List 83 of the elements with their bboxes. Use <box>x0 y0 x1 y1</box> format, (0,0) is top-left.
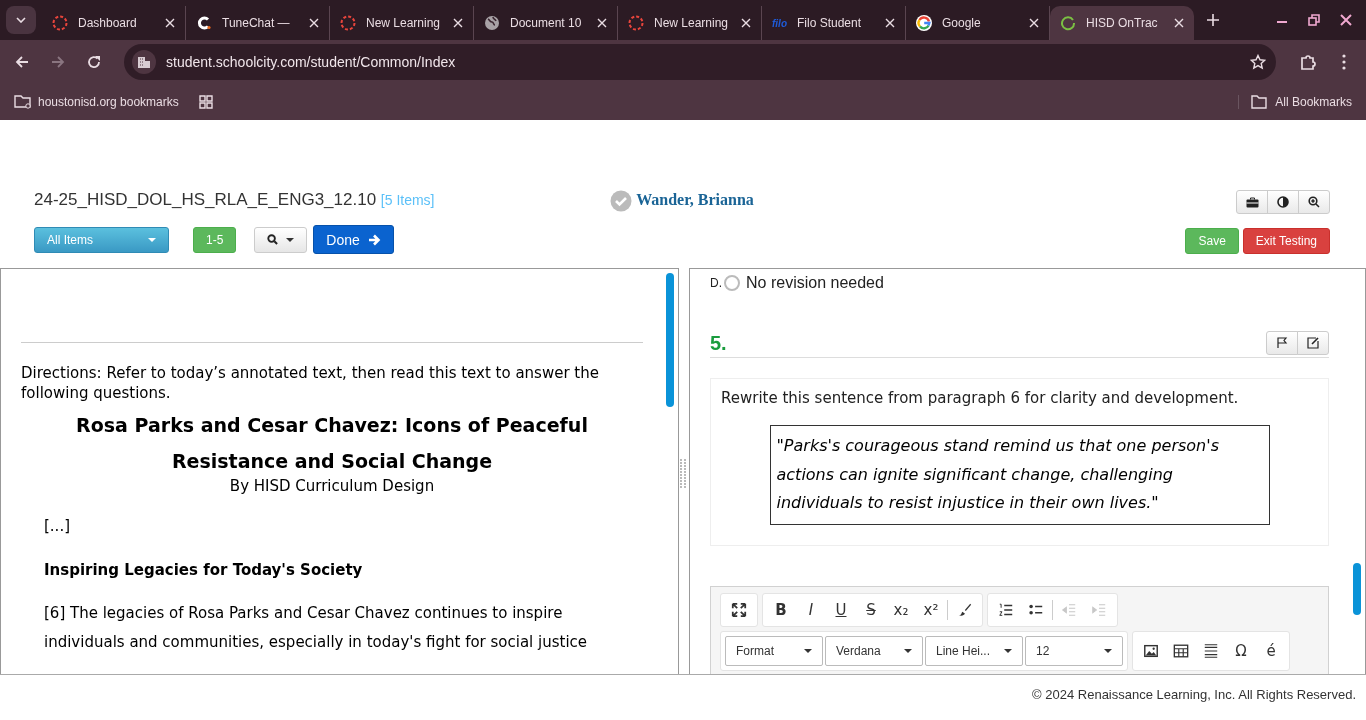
arrow-right-icon[interactable] <box>367 233 381 246</box>
all-bookmarks-link[interactable]: All Bookmarks <box>1275 95 1352 109</box>
close-icon[interactable] <box>741 18 751 28</box>
close-icon[interactable] <box>453 18 463 28</box>
format-button[interactable]: B <box>767 595 795 624</box>
new-tab-icon[interactable] <box>1206 13 1220 27</box>
arc-icon <box>196 15 212 31</box>
question-prompt: Rewrite this sentence from paragraph 6 for clarity and development. <box>721 389 1240 407</box>
dashed-ring-icon <box>628 15 644 31</box>
option-letter: D. <box>710 276 722 290</box>
dashed-ring-icon <box>52 15 68 31</box>
building-icon[interactable] <box>137 55 151 69</box>
close-icon[interactable] <box>597 18 607 28</box>
reload-icon[interactable] <box>86 54 102 70</box>
section-heading: Inspiring Legacies for Today's Society <box>44 561 364 579</box>
briefcase-button[interactable] <box>1236 190 1268 214</box>
format-button[interactable]: Ω <box>1227 636 1255 665</box>
zoom-in-icon[interactable] <box>1308 196 1320 208</box>
exit-testing-button[interactable]: Exit Testing <box>1242 228 1330 254</box>
close-icon[interactable] <box>1174 18 1184 28</box>
editor-dropdown[interactable]: Format <box>725 635 823 666</box>
globe-icon <box>484 15 500 31</box>
forward-icon[interactable] <box>50 54 66 70</box>
passage-paragraph: [6] The legacies of Rosa Parks and Cesar Chavez continues to inspire individuals and communities, especially in today's fight for social justice <box>44 603 589 653</box>
copyright-text: © 2024 Renaissance Learning, Inc. All Rights Reserved. <box>1031 686 1357 702</box>
format-button[interactable]: x² <box>917 595 945 624</box>
zoom-in-button[interactable] <box>1298 190 1330 214</box>
close-icon[interactable] <box>309 18 319 28</box>
chevron-down-icon[interactable] <box>16 17 26 23</box>
directions-text: Directions: Refer to today’s annotated text, then read this text to answer the following questions. <box>21 363 600 403</box>
student-name: Wander, Brianna <box>636 191 754 209</box>
check-circle-icon <box>610 190 633 212</box>
flag-button[interactable] <box>1266 331 1298 355</box>
quoted-sentence: "Parks's courageous stand remind us that one person's actions can ignite significant change, challenging individuals to resist injustice in their own lives." <box>769 425 1270 525</box>
search-icon[interactable] <box>267 234 279 245</box>
option-text: No revision needed <box>746 274 884 292</box>
puzzle-icon[interactable] <box>1299 53 1317 71</box>
scrollbar-thumb[interactable] <box>1353 563 1361 615</box>
close-icon[interactable] <box>885 18 895 28</box>
contrast-icon[interactable] <box>1277 196 1289 208</box>
splitter-handle[interactable] <box>679 458 687 488</box>
editor-dropdown[interactable]: Verdana <box>825 635 923 666</box>
editor-dropdown[interactable]: 12 <box>1025 635 1123 666</box>
tab-search-button[interactable] <box>6 6 36 34</box>
format-button[interactable]: I <box>797 595 825 624</box>
contrast-button[interactable] <box>1267 190 1299 214</box>
search-dropdown-button[interactable] <box>254 226 308 253</box>
multicolor-ring-icon <box>916 15 932 31</box>
note-button[interactable] <box>1297 331 1329 355</box>
bookmark-label[interactable]: houstonisd.org bookmarks <box>38 95 179 109</box>
folder-gear-icon <box>14 94 32 110</box>
omission-marker: [...] <box>44 517 71 535</box>
item-count: [5 Items] <box>380 192 435 208</box>
dashed-ring-icon <box>340 15 356 31</box>
flag-icon[interactable] <box>1276 337 1288 349</box>
apps-grid-icon[interactable] <box>198 95 213 109</box>
format-button[interactable]: é <box>1257 636 1285 665</box>
test-title: 24-25_HISD_DOL_HS_RLA_E_ENG3_12.10 <box>34 190 377 209</box>
logo: filo <box>772 17 787 29</box>
passage-title: Rosa Parks and Cesar Chavez: Icons of Peaceful Resistance and Social Change <box>75 413 589 474</box>
folder-icon[interactable] <box>1251 95 1268 109</box>
browser-tab[interactable]: HISD OnTrac <box>1050 6 1194 40</box>
restore-icon[interactable] <box>1308 14 1320 26</box>
scrollbar-thumb[interactable] <box>666 273 674 407</box>
spinner-icon <box>1060 15 1076 31</box>
format-button[interactable]: x₂ <box>887 595 915 624</box>
passage-byline: By HISD Curriculum Design <box>228 477 436 495</box>
close-icon[interactable] <box>165 18 175 28</box>
address-bar[interactable]: student.schoolcity.com/student/Common/Index <box>124 44 1276 80</box>
more-icon[interactable] <box>1342 54 1346 70</box>
bookmark-folder[interactable]: houstonisd.org bookmarks <box>14 94 179 110</box>
star-icon[interactable] <box>1250 54 1266 70</box>
close-icon[interactable] <box>1029 18 1039 28</box>
format-button[interactable]: S <box>857 595 885 624</box>
edit-icon[interactable] <box>1307 337 1319 349</box>
radio-button[interactable] <box>724 275 740 291</box>
question-number: 5. <box>710 331 727 355</box>
format-button[interactable]: U <box>827 595 855 624</box>
done-button[interactable]: Done <box>313 225 394 254</box>
back-icon[interactable] <box>14 54 30 70</box>
close-icon[interactable] <box>1340 14 1352 26</box>
briefcase-icon[interactable] <box>1245 196 1259 208</box>
editor-dropdown[interactable]: Line Hei... <box>925 635 1023 666</box>
